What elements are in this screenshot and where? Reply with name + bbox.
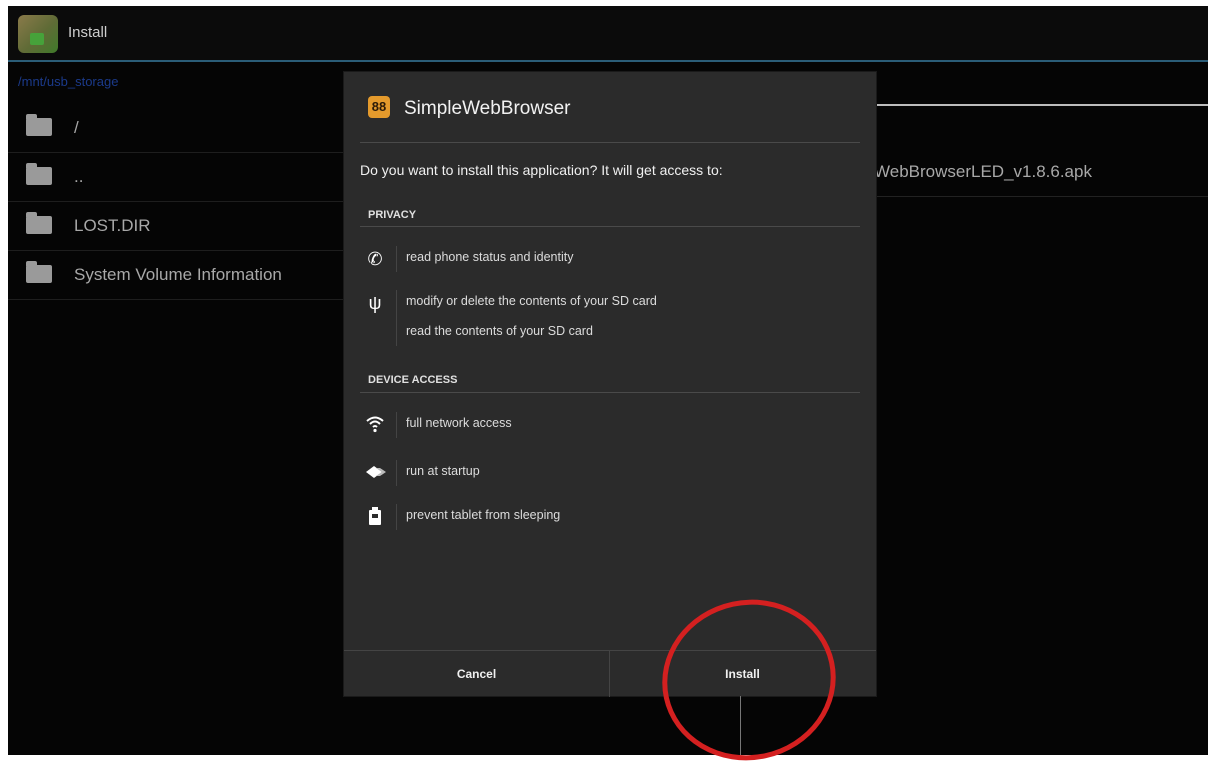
- file-row-lost-dir[interactable]: LOST.DIR: [8, 202, 343, 251]
- android-screen: Install /mnt/usb_storage / .. LOST.DIR S…: [8, 6, 1208, 755]
- permission-separator: [396, 246, 397, 272]
- wifi-icon: [364, 414, 386, 436]
- section-label-device-access: DEVICE ACCESS: [368, 374, 458, 386]
- section-label-privacy: PRIVACY: [368, 209, 417, 221]
- install-question: Do you want to install this application?…: [360, 162, 723, 178]
- background-divider: [874, 104, 1208, 106]
- permission-storage: ψ modify or delete the contents of your …: [344, 286, 876, 350]
- folder-icon: [26, 261, 52, 283]
- cancel-button[interactable]: Cancel: [344, 651, 610, 697]
- permission-text: prevent tablet from sleeping: [406, 508, 561, 522]
- action-bar-title: Install: [68, 24, 108, 41]
- permission-separator: [396, 504, 397, 530]
- permission-text: modify or delete the contents of your SD…: [406, 294, 657, 308]
- permission-network: full network access: [344, 408, 876, 444]
- dialog-header: 88 SimpleWebBrowser: [344, 72, 876, 142]
- folder-icon: [26, 212, 52, 234]
- install-dialog: 88 SimpleWebBrowser Do you want to insta…: [344, 72, 876, 697]
- folder-icon: [26, 163, 52, 185]
- usb-icon: ψ: [368, 293, 382, 313]
- permission-separator: [396, 460, 397, 486]
- section-divider: [360, 226, 860, 227]
- permission-phone: ✆ read phone status and identity: [344, 242, 876, 278]
- file-name: ..: [74, 167, 84, 186]
- permission-text: full network access: [406, 416, 512, 430]
- dialog-title: SimpleWebBrowser: [404, 98, 571, 119]
- file-name: System Volume Information: [74, 265, 282, 284]
- file-row-parent[interactable]: ..: [8, 153, 343, 202]
- permission-separator: [396, 412, 397, 438]
- background-apk-file[interactable]: WebBrowserLED_v1.8.6.apk: [874, 162, 1092, 182]
- permission-text: run at startup: [406, 464, 480, 478]
- current-path: /mnt/usb_storage: [18, 74, 119, 89]
- startup-icon: [364, 462, 386, 484]
- file-row-root[interactable]: /: [8, 104, 343, 153]
- action-bar: Install: [8, 6, 1208, 62]
- installer-app-icon: [18, 15, 58, 53]
- background-row-divider: [874, 196, 1208, 197]
- folder-icon: [26, 114, 52, 136]
- permission-startup: run at startup: [344, 456, 876, 492]
- file-row-system-volume[interactable]: System Volume Information: [8, 251, 343, 300]
- app-icon: 88: [368, 96, 390, 118]
- file-list: / .. LOST.DIR System Volume Information: [8, 104, 343, 300]
- permission-wakelock: prevent tablet from sleeping: [344, 500, 876, 536]
- battery-lock-icon: [364, 506, 386, 528]
- section-divider: [360, 392, 860, 393]
- file-name: LOST.DIR: [74, 216, 151, 235]
- permission-separator: [396, 290, 397, 346]
- header-divider: [360, 142, 860, 143]
- phone-icon: ✆: [367, 249, 383, 269]
- permission-text: read phone status and identity: [406, 250, 574, 264]
- permission-text-secondary: read the contents of your SD card: [406, 324, 593, 338]
- file-name: /: [74, 118, 79, 137]
